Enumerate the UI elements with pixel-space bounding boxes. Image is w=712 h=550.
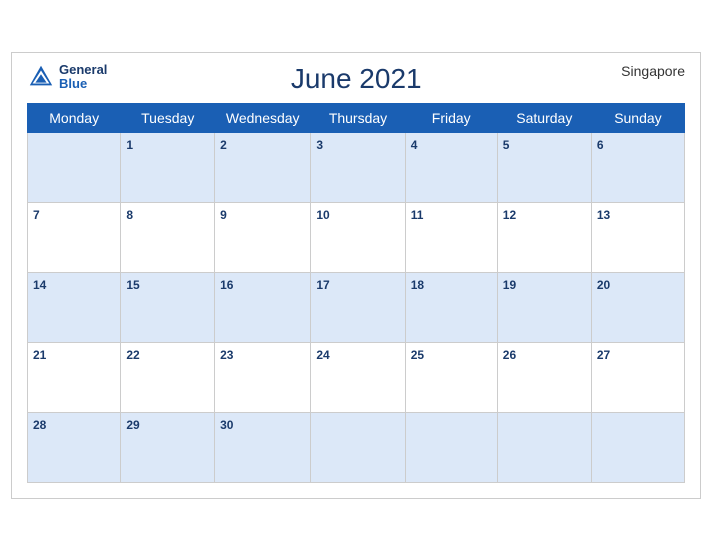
day-number: 24 <box>316 348 329 362</box>
cell-week4-day2: 30 <box>215 412 311 482</box>
cell-week3-day0: 21 <box>28 342 121 412</box>
header-saturday: Saturday <box>497 103 591 132</box>
day-number: 19 <box>503 278 516 292</box>
calendar: General Blue June 2021 Singapore Monday … <box>11 52 701 499</box>
day-number: 2 <box>220 138 227 152</box>
week-row-2: 14 15 16 17 18 19 20 <box>28 272 685 342</box>
day-number: 5 <box>503 138 510 152</box>
cell-week1-day6: 13 <box>591 202 684 272</box>
cell-week3-day3: 24 <box>311 342 405 412</box>
day-number: 21 <box>33 348 46 362</box>
cell-week4-day5 <box>497 412 591 482</box>
cell-week3-day6: 27 <box>591 342 684 412</box>
logo-text: General Blue <box>59 63 107 92</box>
day-number: 12 <box>503 208 516 222</box>
day-number: 20 <box>597 278 610 292</box>
cell-week1-day4: 11 <box>405 202 497 272</box>
cell-week0-day4: 4 <box>405 132 497 202</box>
day-number: 1 <box>126 138 133 152</box>
day-number: 4 <box>411 138 418 152</box>
day-number: 6 <box>597 138 604 152</box>
cell-week2-day2: 16 <box>215 272 311 342</box>
cell-week0-day6: 6 <box>591 132 684 202</box>
cell-week3-day4: 25 <box>405 342 497 412</box>
cell-week3-day1: 22 <box>121 342 215 412</box>
cell-week0-day2: 2 <box>215 132 311 202</box>
day-number: 16 <box>220 278 233 292</box>
cell-week2-day5: 19 <box>497 272 591 342</box>
calendar-body: 1234567891011121314151617181920212223242… <box>28 132 685 482</box>
day-number: 17 <box>316 278 329 292</box>
header-sunday: Sunday <box>591 103 684 132</box>
cell-week4-day3 <box>311 412 405 482</box>
cell-week4-day6 <box>591 412 684 482</box>
week-row-3: 21 22 23 24 25 26 27 <box>28 342 685 412</box>
day-number: 8 <box>126 208 133 222</box>
cell-week2-day6: 20 <box>591 272 684 342</box>
cell-week3-day2: 23 <box>215 342 311 412</box>
day-number: 10 <box>316 208 329 222</box>
cell-week0-day1: 1 <box>121 132 215 202</box>
weekday-header-row: Monday Tuesday Wednesday Thursday Friday… <box>28 103 685 132</box>
day-number: 9 <box>220 208 227 222</box>
cell-week2-day3: 17 <box>311 272 405 342</box>
calendar-table: Monday Tuesday Wednesday Thursday Friday… <box>27 103 685 483</box>
cell-week0-day3: 3 <box>311 132 405 202</box>
cell-week4-day1: 29 <box>121 412 215 482</box>
day-number: 28 <box>33 418 46 432</box>
cell-week2-day0: 14 <box>28 272 121 342</box>
day-number: 30 <box>220 418 233 432</box>
logo: General Blue <box>27 63 107 92</box>
logo-icon <box>27 63 55 91</box>
calendar-header: General Blue June 2021 Singapore <box>27 63 685 95</box>
day-number: 22 <box>126 348 139 362</box>
cell-week1-day5: 12 <box>497 202 591 272</box>
day-number: 3 <box>316 138 323 152</box>
cell-week0-day5: 5 <box>497 132 591 202</box>
day-number: 26 <box>503 348 516 362</box>
cell-week4-day4 <box>405 412 497 482</box>
header-tuesday: Tuesday <box>121 103 215 132</box>
location-label: Singapore <box>605 63 685 79</box>
day-number: 7 <box>33 208 40 222</box>
week-row-1: 7 8 9 10 11 12 13 <box>28 202 685 272</box>
day-number: 27 <box>597 348 610 362</box>
cell-week4-day0: 28 <box>28 412 121 482</box>
cell-week3-day5: 26 <box>497 342 591 412</box>
day-number: 14 <box>33 278 46 292</box>
cell-week1-day2: 9 <box>215 202 311 272</box>
day-number: 15 <box>126 278 139 292</box>
day-number: 13 <box>597 208 610 222</box>
week-row-4: 28 29 30 <box>28 412 685 482</box>
day-number: 11 <box>411 208 424 222</box>
calendar-title: June 2021 <box>107 63 605 95</box>
cell-week0-day0 <box>28 132 121 202</box>
header-wednesday: Wednesday <box>215 103 311 132</box>
day-number: 18 <box>411 278 424 292</box>
week-row-0: 1 2 3 4 5 6 <box>28 132 685 202</box>
cell-week1-day0: 7 <box>28 202 121 272</box>
cell-week2-day1: 15 <box>121 272 215 342</box>
cell-week1-day3: 10 <box>311 202 405 272</box>
day-number: 25 <box>411 348 424 362</box>
logo-line2: Blue <box>59 77 107 91</box>
header-friday: Friday <box>405 103 497 132</box>
header-thursday: Thursday <box>311 103 405 132</box>
cell-week1-day1: 8 <box>121 202 215 272</box>
header-monday: Monday <box>28 103 121 132</box>
logo-line1: General <box>59 63 107 77</box>
cell-week2-day4: 18 <box>405 272 497 342</box>
day-number: 23 <box>220 348 233 362</box>
day-number: 29 <box>126 418 139 432</box>
